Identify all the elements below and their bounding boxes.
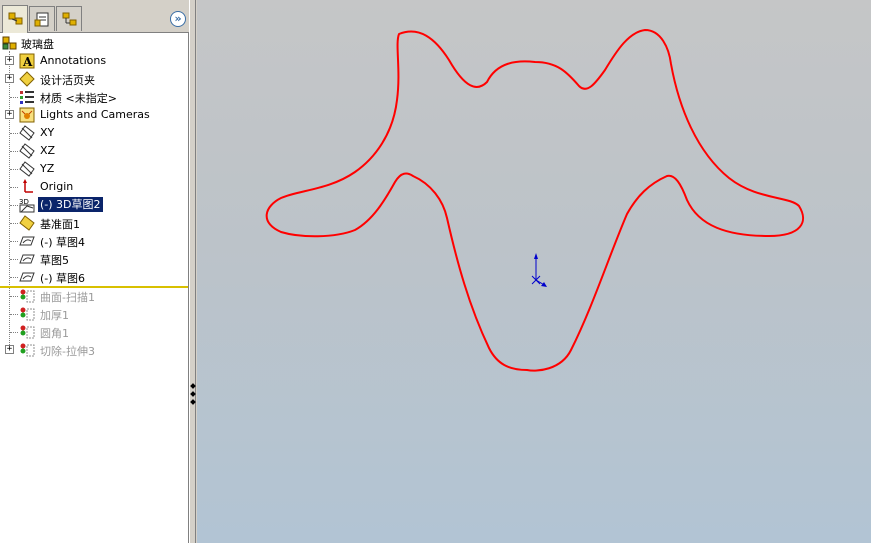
cut-extrude-icon [20, 343, 35, 357]
tree-connector [10, 169, 18, 170]
configuration-manager-tab[interactable] [56, 6, 82, 31]
tree-connector [10, 241, 18, 242]
tree-item-label: (-) 3D草图2 [38, 197, 103, 212]
feature-manager-tab-icon [8, 12, 23, 25]
tree-item-annotations[interactable]: + A Annotations [0, 52, 188, 70]
tree-item-plane-yz[interactable]: YZ [0, 160, 188, 178]
plane-icon [19, 143, 35, 159]
tree-connector [10, 277, 18, 278]
tree-item-plane-xz[interactable]: XZ [0, 142, 188, 160]
sketch-icon [19, 254, 35, 264]
tree-item-label: 切除-拉伸3 [40, 345, 95, 358]
tree-item-label: 设计活页夹 [40, 74, 95, 87]
sketch-canvas [265, 29, 804, 372]
tree-item-label: YZ [40, 162, 55, 175]
expand-toggle[interactable]: + [5, 56, 14, 65]
tree-item-label: 材质 <未指定> [40, 92, 117, 105]
expand-toggle[interactable]: + [5, 74, 14, 83]
property-manager-tab-icon [34, 12, 49, 27]
plane-icon [19, 161, 35, 177]
design-binder-icon [19, 71, 35, 87]
tree-item-surface-sweep1[interactable]: 曲面-扫描1 [0, 287, 188, 305]
origin-icon [23, 179, 33, 193]
tree-connector [10, 259, 18, 260]
fillet-icon [20, 325, 35, 339]
tree-item-label: (-) 草图4 [40, 236, 86, 249]
tree-item-sketch5[interactable]: 草图5 [0, 250, 188, 268]
tree-item-label: 基准面1 [40, 218, 80, 231]
tree-connector [10, 151, 18, 152]
surface-sweep-icon [20, 289, 35, 303]
splitter-grip [190, 391, 196, 397]
tree-item-sketch6[interactable]: (-) 草图6 [0, 268, 188, 286]
expand-toggle[interactable]: + [5, 110, 14, 119]
lights-cameras-icon [19, 107, 35, 123]
annotations-icon: A [19, 53, 35, 69]
tree-item-label: Annotations [40, 54, 107, 67]
svg-text:A: A [22, 55, 33, 69]
tree-item-material[interactable]: 材质 <未指定> [0, 88, 188, 106]
3d-sketch-icon: 3D [19, 198, 35, 213]
tree-item-3d-sketch2[interactable]: 3D (-) 3D草图2 [0, 196, 188, 214]
tree-item-ref-plane1[interactable]: 基准面1 [0, 214, 188, 232]
feature-manager-tab[interactable] [2, 5, 28, 33]
tree-item-label: XZ [40, 144, 56, 157]
expand-toggle[interactable]: + [5, 345, 14, 354]
sketch-icon [19, 236, 35, 246]
tree-item-design-binder[interactable]: + 设计活页夹 [0, 70, 188, 88]
tree-item-label: Lights and Cameras [40, 108, 150, 121]
origin-triad-icon [531, 253, 547, 287]
splitter-grip [190, 383, 196, 389]
tree-item-label: (-) 草图6 [40, 272, 86, 285]
tree-item-label: XY [40, 126, 55, 139]
tree-connector [10, 187, 18, 188]
configuration-manager-tab-icon [62, 12, 77, 26]
tree-item-label: 圆角1 [40, 327, 69, 340]
sketch-icon [19, 272, 35, 282]
tree-item-origin[interactable]: Origin [0, 178, 188, 196]
tree-item-label: Origin [40, 180, 74, 193]
sketch-profile-curve[interactable] [265, 29, 804, 372]
tree-item-plane-xy[interactable]: XY [0, 124, 188, 142]
panel-tabbar: » [0, 0, 189, 33]
ref-plane-icon [19, 215, 35, 231]
tree-item-label: 草图5 [40, 254, 69, 267]
expand-panel-button[interactable]: » [170, 11, 186, 27]
tree-item-label: 曲面-扫描1 [40, 291, 95, 304]
tree-connector [10, 97, 18, 98]
tree-connector [10, 296, 18, 297]
tree-root-label: 玻璃盘 [21, 38, 54, 51]
tree-item-fillet1[interactable]: 圆角1 [0, 323, 188, 341]
material-icon [20, 91, 34, 104]
tree-connector [10, 332, 18, 333]
plane-icon [19, 125, 35, 141]
tree-item-cut-extrude3[interactable]: + 切除-拉伸3 [0, 341, 188, 359]
tree-connector [10, 223, 18, 224]
tree-connector [10, 314, 18, 315]
tree-connector [10, 205, 18, 206]
property-manager-tab[interactable] [29, 6, 55, 31]
tree-item-thicken1[interactable]: 加厚1 [0, 305, 188, 323]
tree-item-sketch4[interactable]: (-) 草图4 [0, 232, 188, 250]
tree-item-label: 加厚1 [40, 309, 69, 322]
tree-root[interactable]: 玻璃盘 [0, 34, 188, 52]
panel-splitter[interactable] [189, 0, 196, 543]
graphics-viewport[interactable] [197, 0, 871, 543]
thicken-icon [20, 307, 35, 321]
part-icon [2, 36, 17, 50]
feature-manager-panel: » 玻璃盘 + A Annotations + 设计活页夹 材质 <未指定> +… [0, 0, 189, 543]
tree-item-lights-cameras[interactable]: + Lights and Cameras [0, 106, 188, 124]
splitter-grip [190, 399, 196, 405]
tree-connector [10, 133, 18, 134]
